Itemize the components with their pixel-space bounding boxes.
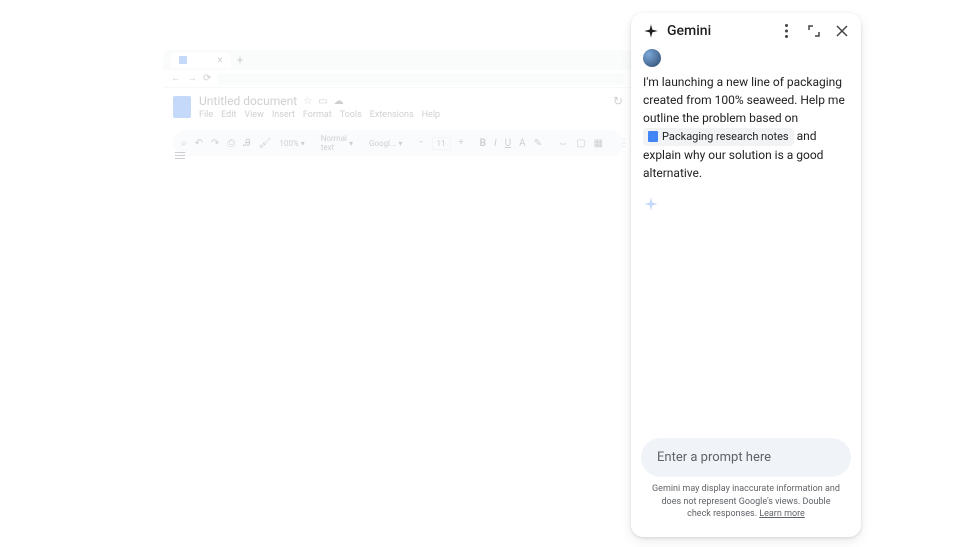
new-tab-icon[interactable]: + [231, 53, 250, 67]
menu-help[interactable]: Help [422, 110, 440, 120]
menu-insert[interactable]: Insert [272, 110, 295, 120]
reload-icon[interactable]: ⟳ [203, 73, 211, 84]
menu-extensions[interactable]: Extensions [370, 110, 414, 120]
menu-view[interactable]: View [244, 110, 263, 120]
style-selector[interactable]: Normal text ▾ [321, 134, 353, 152]
docs-file-icon [648, 131, 658, 142]
expand-icon[interactable] [807, 24, 821, 38]
gemini-header: Gemini [631, 13, 861, 49]
learn-more-link[interactable]: Learn more [759, 509, 805, 519]
move-folder-icon[interactable]: ▭ [318, 96, 327, 107]
font-size[interactable]: 11 [432, 137, 451, 150]
font-size-plus[interactable]: + [459, 138, 464, 148]
redo-icon[interactable]: ↷ [211, 138, 219, 149]
menu-bar: File Edit View Insert Format Tools Exten… [199, 110, 605, 120]
print-icon[interactable]: ⎙ [227, 138, 235, 149]
tab-close-icon[interactable]: × [217, 55, 222, 66]
italic-icon[interactable]: I [494, 138, 497, 149]
more-toolbar-icon[interactable]: ⋮ [619, 138, 629, 149]
docs-tab-icon [179, 56, 187, 64]
tab-title [191, 55, 213, 65]
forward-icon[interactable]: → [187, 73, 197, 84]
prompt-input[interactable]: Enter a prompt here [641, 438, 851, 477]
gemini-conversation: I'm launching a new line of packaging cr… [631, 49, 861, 428]
browser-tab-bar: × + [163, 50, 633, 70]
docs-header: Untitled document ☆ ▭ ☁ File Edit View I… [163, 88, 633, 126]
docs-toolbar: ⌕ ↶ ↷ ⎙ Ꭿ 🖌 100% ▾ Normal text ▾ Googl..… [173, 130, 623, 156]
font-size-minus[interactable]: − [418, 138, 423, 148]
link-icon[interactable]: ⇔ [558, 138, 568, 149]
undo-icon[interactable]: ↶ [195, 138, 203, 149]
document-title[interactable]: Untitled document [199, 94, 297, 108]
close-icon[interactable] [835, 24, 849, 38]
user-prompt-message: I'm launching a new line of packaging cr… [643, 73, 849, 182]
file-reference-chip[interactable]: Packaging research notes [643, 128, 794, 147]
gemini-response-sparkle-icon [643, 196, 659, 212]
cloud-status-icon: ☁ [334, 96, 344, 107]
docs-logo-icon[interactable] [173, 96, 191, 118]
search-icon[interactable]: ⌕ [181, 138, 187, 149]
message-part1: I'm launching a new line of packaging cr… [643, 75, 845, 125]
font-selector[interactable]: Googl... ▾ [369, 139, 402, 148]
google-docs-window: × + ← → ⟳ Untitled document ☆ ▭ ☁ File E… [163, 50, 633, 160]
underline-icon[interactable]: U [505, 138, 511, 149]
image-icon[interactable]: ▦ [594, 138, 603, 149]
menu-tools[interactable]: Tools [340, 110, 362, 120]
gemini-title: Gemini [667, 23, 771, 39]
menu-file[interactable]: File [199, 110, 213, 120]
browser-url-bar: ← → ⟳ [163, 70, 633, 88]
bold-icon[interactable]: B [480, 138, 486, 149]
gemini-sparkle-icon [643, 23, 659, 39]
highlight-icon[interactable]: ✎ [534, 138, 542, 149]
history-icon[interactable]: ↻ [613, 94, 623, 108]
disclaimer-text: Gemini may display inaccurate informatio… [641, 477, 851, 527]
zoom-selector[interactable]: 100% ▾ [279, 139, 304, 148]
user-avatar [643, 49, 661, 67]
star-icon[interactable]: ☆ [303, 96, 312, 107]
file-chip-label: Packaging research notes [662, 129, 789, 146]
paint-format-icon[interactable]: 🖌 [259, 138, 272, 149]
gemini-footer: Enter a prompt here Gemini may display i… [631, 428, 861, 537]
comment-icon[interactable]: ▢ [576, 138, 585, 149]
more-options-icon[interactable] [779, 24, 793, 38]
gemini-side-panel: Gemini I'm launching a new line of packa… [631, 13, 861, 537]
browser-tab[interactable]: × [171, 53, 231, 68]
back-icon[interactable]: ← [171, 73, 181, 84]
menu-format[interactable]: Format [303, 110, 332, 120]
url-field[interactable] [217, 73, 625, 85]
outline-toggle-icon[interactable] [175, 152, 187, 164]
menu-edit[interactable]: Edit [221, 110, 236, 120]
text-color-icon[interactable]: A [519, 138, 526, 149]
spellcheck-icon[interactable]: Ꭿ [243, 138, 250, 149]
